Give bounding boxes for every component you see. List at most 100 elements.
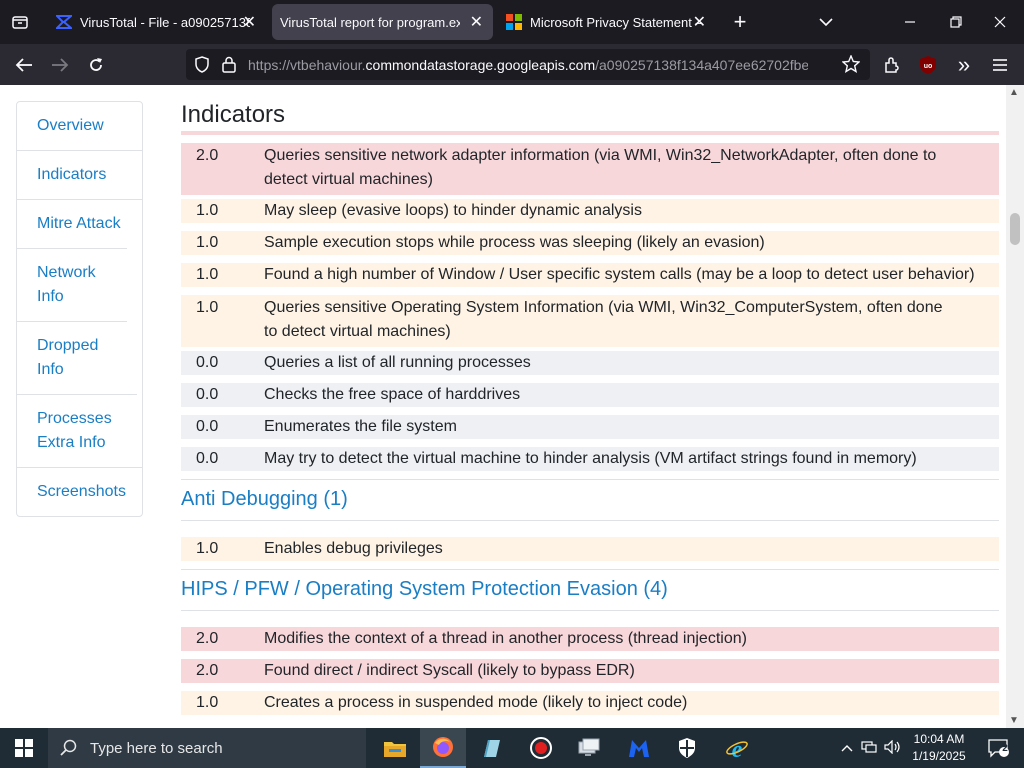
section-title-anti-debugging[interactable]: Anti Debugging (1) <box>181 488 999 511</box>
new-tab-button[interactable]: + <box>722 4 758 40</box>
indicator-score: 2.0 <box>196 662 219 679</box>
tab-microsoft-privacy[interactable]: Microsoft Privacy Statement – M ✕ <box>498 0 716 44</box>
report-sidebar-nav: Overview Indicators Mitre Attack Network… <box>16 101 143 517</box>
indicator-description: Found a high number of Window / User spe… <box>264 266 975 283</box>
indicator-score: 0.0 <box>196 386 219 403</box>
sidebar-item-processes-extra-info[interactable]: Processes Extra Info <box>17 394 137 467</box>
tab-title: Microsoft Privacy Statement – M <box>530 14 702 30</box>
extensions-icon[interactable] <box>874 44 910 85</box>
indicator-row: 0.0 Enumerates the file system <box>181 415 999 439</box>
close-tab-icon[interactable]: ✕ <box>470 12 483 32</box>
indicator-row: 0.0 Checks the free space of harddrives <box>181 383 999 407</box>
indicator-score: 2.0 <box>196 630 219 647</box>
tab-virustotal-report[interactable]: VirusTotal report for program.exe ✕ <box>272 4 493 40</box>
taskbar-search-box[interactable]: Type here to search <box>48 728 366 768</box>
page-scrollbar[interactable]: ▲ ▼ <box>1006 85 1024 728</box>
page-title: Indicators <box>181 101 999 131</box>
close-tab-icon[interactable]: ✕ <box>243 12 256 32</box>
tab-list-icon[interactable] <box>2 4 38 40</box>
indicator-score: 2.0 <box>196 147 219 164</box>
network-icon[interactable] <box>858 740 880 757</box>
windows-security-icon[interactable] <box>664 728 710 768</box>
indicator-description: Creates a process in suspended mode (lik… <box>264 694 688 711</box>
scrollbar-thumb[interactable] <box>1010 213 1020 245</box>
internet-explorer-icon[interactable]: e <box>714 728 760 768</box>
scroll-up-arrow-icon[interactable]: ▲ <box>1009 87 1019 98</box>
url-text[interactable]: https://vtbehaviour.commondatastorage.go… <box>248 57 808 73</box>
ublock-origin-icon[interactable]: uo <box>910 44 946 85</box>
windows-taskbar: Type here to search e 10:04 AM 1/19/2025… <box>0 728 1024 768</box>
indicator-description: Checks the free space of harddrives <box>264 386 521 403</box>
tab-virustotal-file[interactable]: VirusTotal - File - a090257138f13 ✕ <box>48 0 266 44</box>
close-window-icon[interactable] <box>982 4 1018 40</box>
list-all-tabs-icon[interactable] <box>808 4 844 40</box>
sidebar-item-network-info[interactable]: Network Info <box>17 248 127 321</box>
sidebar-item-indicators[interactable]: Indicators <box>17 150 142 199</box>
address-bar[interactable]: https://vtbehaviour.commondatastorage.go… <box>186 49 870 80</box>
malwarebytes-icon[interactable] <box>616 728 662 768</box>
system-tray <box>838 728 904 768</box>
close-tab-icon[interactable]: ✕ <box>693 12 706 32</box>
show-hidden-icons-chevron-icon[interactable] <box>838 741 856 755</box>
search-icon <box>60 739 77 756</box>
forward-button[interactable] <box>42 44 78 85</box>
back-button[interactable] <box>6 44 42 85</box>
indicator-score: 1.0 <box>196 540 219 557</box>
notification-count-badge: 2 <box>1002 743 1008 754</box>
lock-icon[interactable] <box>222 56 236 73</box>
virustotal-icon <box>56 15 72 29</box>
sidebar-item-mitre-attack[interactable]: Mitre Attack <box>17 199 142 248</box>
file-explorer-icon[interactable] <box>372 728 418 768</box>
indicator-description: Queries a list of all running processes <box>264 354 531 371</box>
divider <box>181 520 999 521</box>
indicator-description: May sleep (evasive loops) to hinder dyna… <box>264 202 642 219</box>
url-path: /a090257138f134a407ee62702fbe237 <box>595 57 808 73</box>
url-prefix: https://vtbehaviour. <box>248 57 366 73</box>
windows-logo-icon <box>15 739 33 757</box>
indicator-row: 1.0 Found a high number of Window / User… <box>181 263 999 287</box>
sidebar-item-dropped-info[interactable]: Dropped Info <box>17 321 127 394</box>
svg-text:uo: uo <box>924 63 933 70</box>
indicator-row: 1.0 May sleep (evasive loops) to hinder … <box>181 199 999 223</box>
bookmark-star-icon[interactable] <box>842 55 860 73</box>
indicator-row: 0.0 Queries a list of all running proces… <box>181 351 999 375</box>
record-icon[interactable] <box>518 728 564 768</box>
start-button[interactable] <box>0 728 48 768</box>
indicator-description: Enumerates the file system <box>264 418 457 435</box>
sidebar-item-overview[interactable]: Overview <box>17 102 142 150</box>
tab-strip: VirusTotal - File - a090257138f13 ✕ Viru… <box>0 0 1024 44</box>
clock-date: 1/19/2025 <box>912 749 966 763</box>
volume-icon[interactable] <box>882 739 904 757</box>
firefox-icon[interactable] <box>420 728 466 768</box>
tracking-protection-shield-icon[interactable] <box>194 56 210 73</box>
navigation-toolbar: https://vtbehaviour.commondatastorage.go… <box>0 44 1024 85</box>
indicator-row: 1.0 Creates a process in suspended mode … <box>181 691 999 715</box>
reload-button[interactable] <box>78 44 114 85</box>
divider <box>181 610 999 611</box>
indicator-score: 1.0 <box>196 202 219 219</box>
clock-time: 10:04 AM <box>913 732 965 746</box>
indicator-score: 0.0 <box>196 418 219 435</box>
taskbar-clock[interactable]: 10:04 AM 1/19/2025 <box>908 731 970 765</box>
notepad-icon[interactable] <box>468 728 514 768</box>
scroll-down-arrow-icon[interactable]: ▼ <box>1009 715 1019 726</box>
divider <box>181 479 999 480</box>
remote-desktop-icon[interactable] <box>566 728 612 768</box>
search-placeholder: Type here to search <box>90 739 223 757</box>
restore-window-icon[interactable] <box>938 4 974 40</box>
section-title-hips-pfw-evasion[interactable]: HIPS / PFW / Operating System Protection… <box>181 578 999 601</box>
indicator-row: 1.0 Sample execution stops while process… <box>181 231 999 255</box>
url-host: commondatastorage.googleapis.com <box>365 57 596 73</box>
minimize-window-icon[interactable] <box>892 4 928 40</box>
indicator-description: Queries sensitive network adapter inform… <box>264 147 937 188</box>
microsoft-logo-icon <box>506 14 522 30</box>
indicator-score: 0.0 <box>196 450 219 467</box>
sidebar-item-screenshots[interactable]: Screenshots <box>17 467 142 516</box>
indicator-row: 2.0 Found direct / indirect Syscall (lik… <box>181 659 999 683</box>
indicator-row: 1.0 Enables debug privileges <box>181 537 999 561</box>
indicator-row: 2.0 Queries sensitive network adapter in… <box>181 143 999 195</box>
indicator-row: 2.0 Modifies the context of a thread in … <box>181 627 999 651</box>
application-menu-icon[interactable] <box>982 44 1018 85</box>
more-tools-icon[interactable]: » <box>946 44 982 85</box>
notification-center-icon[interactable]: 2 <box>978 728 1018 768</box>
